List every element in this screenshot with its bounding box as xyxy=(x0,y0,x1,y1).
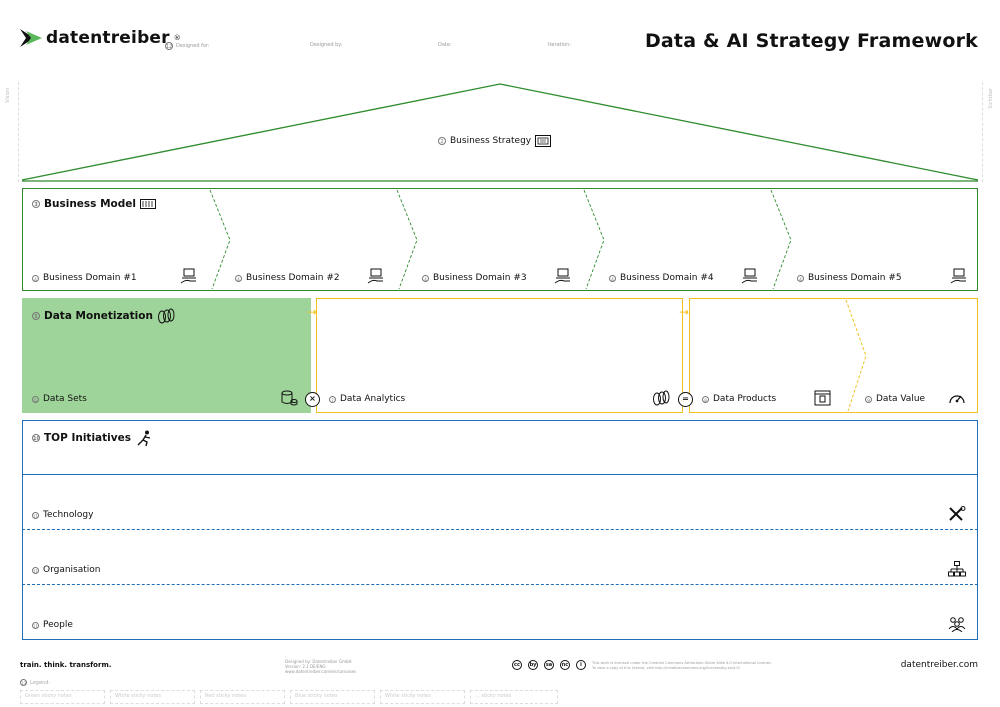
legend-item[interactable]: Green sticky notes xyxy=(20,690,105,704)
cc-license-icons[interactable]: cc by sa nc i xyxy=(512,660,586,670)
tools-icon xyxy=(949,506,966,521)
row-divider xyxy=(22,584,978,585)
field-number: 10 xyxy=(32,434,40,442)
designed-by-line: www.datentreiber.com/en/canvases xyxy=(285,669,357,674)
field-number: 6 xyxy=(32,395,39,403)
arrow-right-icon: → xyxy=(307,305,318,319)
legend-item[interactable]: ... sticky notes xyxy=(470,690,558,704)
top-initiatives-box[interactable] xyxy=(22,420,978,640)
organisation-row[interactable]: 11 Organisation xyxy=(32,565,101,575)
legend-item[interactable]: White sticky notes xyxy=(380,690,465,704)
data-value-text: Data Value xyxy=(876,394,926,404)
coins-icon xyxy=(653,390,670,406)
database-coins-icon xyxy=(281,390,298,406)
top-initiatives-label: 10 TOP Initiatives xyxy=(32,430,153,446)
row-divider xyxy=(22,529,978,530)
field-number: 9 xyxy=(865,395,872,403)
nc-icon: nc xyxy=(560,660,570,670)
multiply-operator: × xyxy=(305,392,320,407)
gauge-icon xyxy=(949,395,965,404)
data-sets-label[interactable]: 6 Data Sets xyxy=(32,394,87,404)
data-value-label[interactable]: 9 Data Value xyxy=(865,394,925,404)
field-number: 13 xyxy=(20,679,27,686)
legend-label: Legend: xyxy=(30,679,51,686)
data-sets-text: Data Sets xyxy=(43,394,87,404)
arrow-right-icon: → xyxy=(679,305,690,319)
coins-icon xyxy=(157,308,175,324)
data-analytics-label[interactable]: 7 Data Analytics xyxy=(329,394,405,404)
field-number: 5 xyxy=(32,312,40,320)
legend-item[interactable]: Blue sticky notes xyxy=(290,690,375,704)
technology-label: Technology xyxy=(43,510,94,520)
product-icon xyxy=(814,390,831,406)
tagline: train. think. transform. xyxy=(20,661,112,669)
field-number: 7 xyxy=(329,395,336,403)
people-icon xyxy=(948,617,966,632)
data-monetization-text: Data Monetization xyxy=(44,310,153,322)
technology-row[interactable]: 11 Technology xyxy=(32,510,93,520)
people-label: People xyxy=(43,620,73,630)
field-number: 11 xyxy=(32,566,39,574)
field-number: 11 xyxy=(32,621,39,629)
info-icon: i xyxy=(576,660,586,670)
license-line: To view a copy of this license, visit ht… xyxy=(592,666,740,670)
field-number: 11 xyxy=(32,511,39,519)
field-number: 8 xyxy=(702,395,709,403)
data-analytics-text: Data Analytics xyxy=(340,394,406,404)
top-initiatives-text: TOP Initiatives xyxy=(44,432,131,444)
organisation-label: Organisation xyxy=(43,565,101,575)
designed-by-block: Designed by: Datentreiber GmbH Version: … xyxy=(285,659,356,674)
people-row[interactable]: 11 People xyxy=(32,620,73,630)
by-icon: by xyxy=(528,660,538,670)
data-monetization-label: 5 Data Monetization xyxy=(32,308,175,324)
sa-icon: sa xyxy=(544,660,554,670)
runner-icon xyxy=(137,430,151,446)
legend-item[interactable]: Red sticky notes xyxy=(200,690,285,704)
equals-operator: = xyxy=(678,392,693,407)
data-products-label[interactable]: 8 Data Products xyxy=(702,394,776,404)
legend-item[interactable]: White sticky notes xyxy=(110,690,195,704)
website-link[interactable]: datentreiber.com xyxy=(901,660,978,670)
legend-heading: 13 Legend: xyxy=(20,679,50,686)
license-text: This work is licensed under the Creative… xyxy=(592,661,802,671)
cc-icon: cc xyxy=(512,660,522,670)
org-chart-icon xyxy=(948,561,966,577)
data-products-text: Data Products xyxy=(713,394,777,404)
top-initiatives-header-divider xyxy=(22,474,978,475)
